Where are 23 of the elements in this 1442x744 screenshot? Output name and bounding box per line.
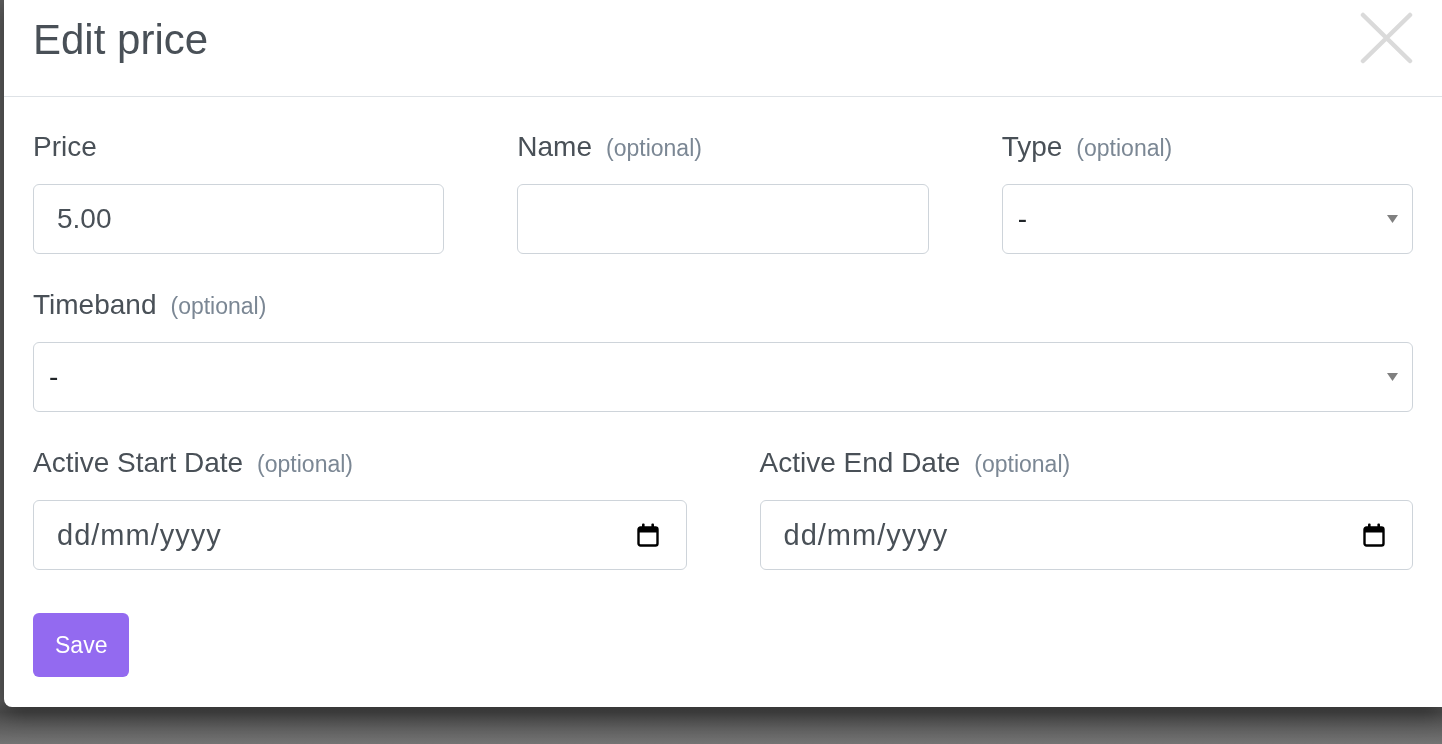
field-label: Price [33, 130, 97, 164]
caret-icon [1387, 373, 1398, 381]
date-input[interactable]: dd/mm/yyyy [33, 500, 687, 570]
calendar-icon[interactable] [1363, 523, 1385, 547]
field-label: Timeband [33, 288, 157, 322]
optional-note: (optional) [170, 292, 267, 320]
field-label: Name [517, 130, 593, 164]
optional-note: (optional) [257, 450, 353, 478]
field-label: Active End Date [759, 446, 961, 480]
save-button[interactable]: Save [33, 613, 130, 677]
select-field[interactable]: - [1001, 184, 1413, 254]
calendar-icon[interactable] [636, 523, 659, 547]
date-input[interactable]: dd/mm/yyyy [759, 500, 1413, 570]
field-label: Type [1001, 130, 1063, 164]
optional-note: (optional) [1076, 134, 1173, 162]
optional-note: (optional) [974, 450, 1071, 478]
dialog-title: Edit price [33, 15, 209, 65]
field-label: Active Start Date [33, 446, 244, 480]
text-input[interactable] [517, 184, 929, 254]
select-field[interactable]: - [33, 342, 1413, 412]
text-input[interactable]: 5.00 [33, 184, 445, 254]
optional-note: (optional) [606, 134, 702, 162]
caret-icon [1387, 215, 1398, 223]
